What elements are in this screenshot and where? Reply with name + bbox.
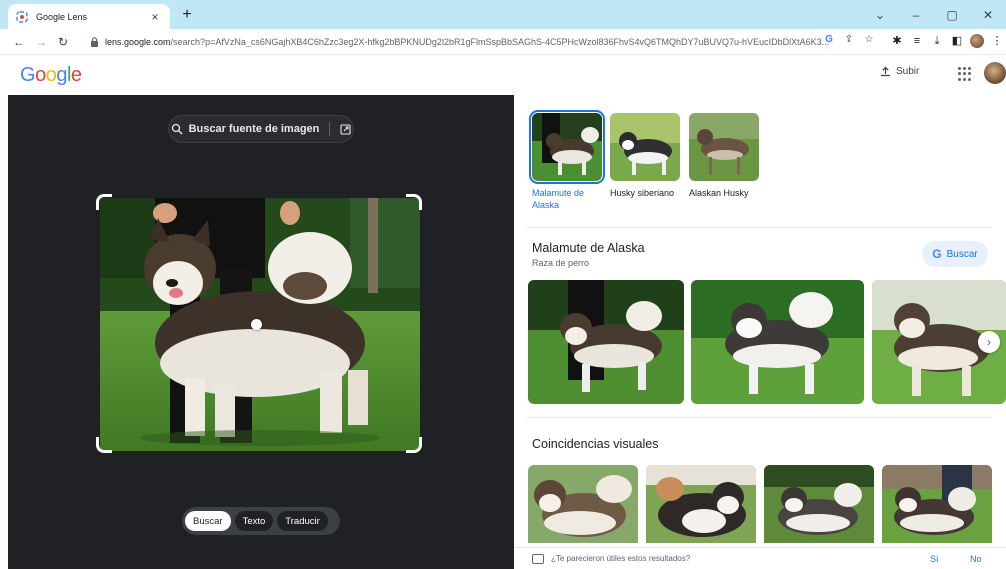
upload-button[interactable]: Subir — [880, 66, 919, 77]
feedback-bar: ¿Te parecieron útiles estos resultados? … — [514, 547, 1006, 569]
lens-search-icon — [171, 123, 183, 135]
tab-strip: Google Lens × + ⌄ – ▢ ✕ — [0, 0, 1006, 29]
google-apps-icon[interactable] — [958, 67, 972, 81]
section-divider — [526, 227, 992, 228]
suggestion-alaskan-husky[interactable]: Alaskan Husky — [689, 113, 759, 199]
reading-list-icon[interactable]: ≡ — [910, 34, 924, 48]
upload-icon — [881, 66, 890, 77]
tab-title: Google Lens — [36, 11, 88, 22]
suggestion-label: Malamute de Alaska — [532, 188, 585, 210]
suggestion-thumbnail — [529, 110, 605, 184]
share-icon[interactable]: ⇪ — [842, 33, 856, 47]
suggestion-husky-siberiano[interactable]: Husky siberiano — [610, 113, 680, 199]
address-bar[interactable]: lens.google.com/search?p=AfVzNa_cs6NGajh… — [84, 31, 860, 52]
find-image-source-label: Buscar fuente de imagen — [188, 123, 320, 135]
window-controls: ⌄ – ▢ ✕ — [862, 0, 1006, 29]
crop-handle-bottom-left[interactable] — [96, 437, 112, 453]
google-search-button[interactable]: G Buscar — [922, 241, 988, 267]
google-search-label: Buscar — [946, 248, 978, 260]
side-panel-icon[interactable]: ◧ — [950, 34, 964, 48]
new-tab-button[interactable]: + — [178, 6, 196, 24]
tab-search-icon[interactable]: ⌄ — [862, 8, 898, 22]
crop-handle-bottom-right[interactable] — [406, 437, 422, 453]
extensions-puzzle-icon[interactable]: ✱ — [890, 34, 904, 48]
feedback-no-button[interactable]: No — [970, 554, 982, 564]
forward-arrow-icon[interactable]: → — [30, 35, 52, 49]
section-divider — [526, 417, 992, 418]
knowledge-image-1[interactable] — [528, 280, 684, 404]
account-avatar[interactable] — [984, 62, 1006, 84]
google-lens-icon[interactable]: G — [822, 33, 836, 47]
lens-favicon-icon — [16, 10, 28, 23]
results-pane: Malamute de Alaska Husky siberiano Alask… — [514, 95, 1006, 569]
knowledge-subtitle: Raza de perro — [532, 258, 590, 268]
mode-text-button[interactable]: Texto — [234, 511, 274, 531]
image-viewer-pane: Buscar fuente de imagen Buscar Texto Tra… — [8, 95, 514, 569]
browser-menu-icon[interactable]: ⋮ — [990, 34, 1004, 48]
visual-matches-title: Coincidencias visuales — [532, 437, 659, 451]
tab-close-icon[interactable]: × — [148, 10, 162, 24]
crop-handle-top-left[interactable] — [96, 194, 112, 210]
knowledge-image-2[interactable] — [691, 280, 864, 404]
bookmark-star-icon[interactable]: ☆ — [862, 33, 876, 47]
feedback-question: ¿Te parecieron útiles estos resultados? — [551, 554, 691, 563]
visual-match-3[interactable] — [764, 465, 874, 543]
lock-icon — [91, 36, 98, 47]
back-arrow-icon[interactable]: ← — [8, 35, 30, 49]
close-window-button[interactable]: ✕ — [970, 8, 1006, 22]
feedback-icon — [532, 553, 544, 564]
find-image-source-button[interactable]: Buscar fuente de imagen — [168, 115, 354, 143]
lens-header: Google Subir — [0, 55, 1006, 95]
google-logo[interactable]: Google — [20, 64, 82, 87]
reload-icon[interactable]: ↻ — [52, 35, 74, 49]
feedback-yes-button[interactable]: Sí — [930, 554, 939, 564]
minimize-button[interactable]: – — [898, 8, 934, 22]
knowledge-title: Malamute de Alaska — [532, 241, 645, 255]
mode-translate-button[interactable]: Traducir — [277, 511, 328, 531]
omnibox-actions: G ⇪ ☆ — [822, 33, 876, 47]
suggestion-label: Husky siberiano — [610, 188, 675, 198]
lens-mode-switcher: Buscar Texto Traducir — [182, 507, 340, 535]
suggestion-thumbnail — [610, 113, 680, 181]
carousel-next-icon[interactable]: › — [978, 331, 1000, 353]
suggestion-malamute[interactable]: Malamute de Alaska — [529, 110, 605, 211]
upload-label: Subir — [896, 66, 920, 77]
tab-google-lens[interactable]: Google Lens × — [8, 4, 170, 29]
crop-handle-top-right[interactable] — [406, 194, 422, 210]
profile-avatar-icon[interactable] — [970, 34, 984, 48]
restore-button[interactable]: ▢ — [934, 8, 970, 22]
browser-toolbar: ← → ↻ lens.google.com/search?p=AfVzNa_cs… — [0, 29, 1006, 55]
open-external-icon — [340, 123, 351, 135]
extension-icons: ✱ ≡ ⤓ ◧ ⋮ — [890, 34, 1004, 48]
object-focus-dot[interactable] — [251, 319, 262, 330]
download-icon[interactable]: ⤓ — [930, 34, 944, 48]
google-g-icon: G — [932, 247, 942, 261]
visual-match-2[interactable] — [646, 465, 756, 543]
url-text: lens.google.com/search?p=AfVzNa_cs6NGajh… — [105, 36, 830, 47]
visual-match-4[interactable] — [882, 465, 992, 543]
visual-match-1[interactable] — [528, 465, 638, 543]
mode-search-button[interactable]: Buscar — [185, 511, 231, 531]
suggestion-thumbnail — [689, 113, 759, 181]
suggestion-label: Alaskan Husky — [689, 188, 749, 198]
